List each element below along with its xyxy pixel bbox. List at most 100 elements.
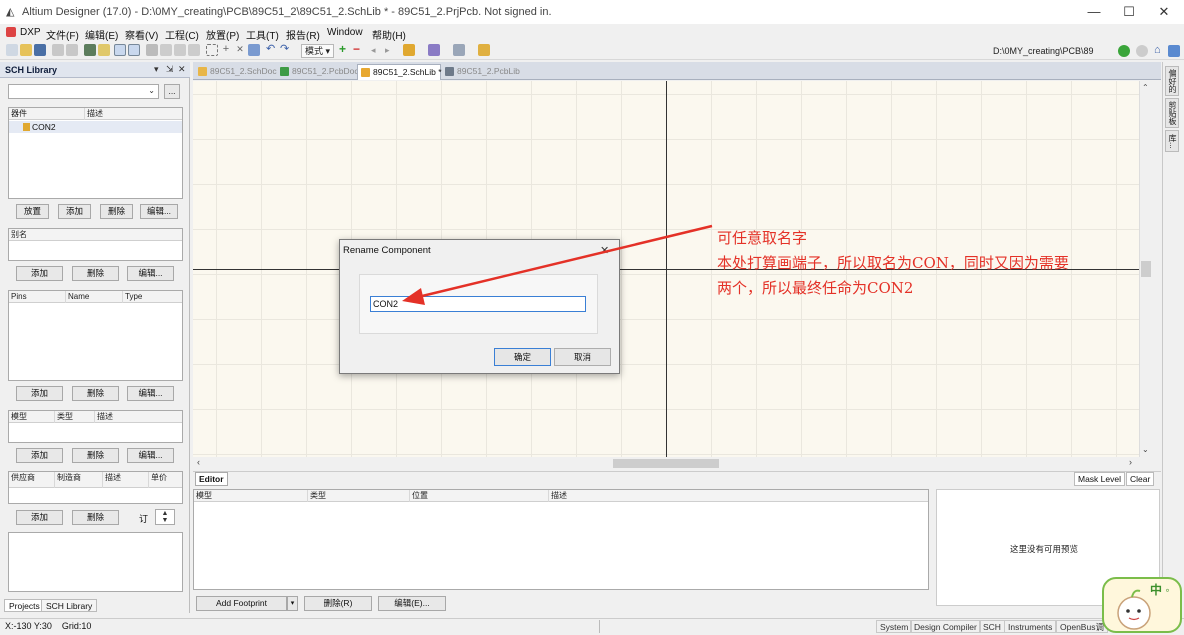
align-icon[interactable] (453, 44, 465, 56)
next-icon[interactable]: ▸ (385, 44, 397, 56)
home-icon[interactable]: ⌂ (1154, 45, 1166, 57)
menu-file[interactable]: 文件(F) (46, 27, 79, 42)
menu-window[interactable]: Window (327, 27, 363, 38)
rubber-stamp-icon[interactable] (188, 44, 200, 56)
col-manufacturer[interactable]: 制造商 (55, 472, 103, 488)
col-supplier-desc[interactable]: 描述 (103, 472, 149, 488)
panel-menu-icon[interactable]: ▾ (154, 64, 159, 75)
menu-project[interactable]: 工程(C) (165, 27, 199, 42)
zoom-out-icon[interactable] (128, 44, 140, 56)
status-sch[interactable]: SCH (979, 620, 1005, 633)
new-doc-icon[interactable] (6, 44, 18, 56)
delete-model-button[interactable]: 删除 (72, 448, 119, 463)
delete-supplier-button[interactable]: 删除 (72, 510, 119, 525)
move-icon[interactable]: + (220, 44, 232, 56)
col-type[interactable]: 类型 (308, 490, 410, 502)
delete-model-row-button[interactable]: 删除(R) (304, 596, 372, 611)
edit-model-button[interactable]: 编辑... (127, 448, 174, 463)
redo-icon[interactable]: ↷ (280, 44, 292, 56)
tab-sch-library[interactable]: SCH Library (41, 599, 98, 612)
zoom-in-icon[interactable] (114, 44, 126, 56)
menu-reports[interactable]: 报告(R) (286, 27, 320, 42)
tab-clipboard[interactable]: 剪贴板 (1165, 98, 1179, 128)
menu-help[interactable]: 帮助(H) (372, 27, 406, 42)
dialog-close-button[interactable]: ✕ (600, 244, 609, 257)
cut-icon[interactable] (146, 44, 158, 56)
maximize-button[interactable]: ☐ (1111, 0, 1147, 24)
edit-component-button[interactable]: 编辑... (140, 204, 178, 219)
col-description[interactable]: 描述 (85, 108, 182, 120)
menu-view[interactable]: 察看(V) (125, 27, 158, 42)
delete-alias-button[interactable]: 删除 (72, 266, 119, 281)
path-field[interactable]: D:\0MY_creating\PCB\89 (993, 44, 1117, 58)
col-model-type[interactable]: 类型 (55, 411, 95, 423)
cross-probe-icon[interactable] (248, 44, 260, 56)
menu-tools[interactable]: 工具(T) (246, 27, 279, 42)
status-instruments[interactable]: Instruments (1004, 620, 1057, 633)
col-alias[interactable]: 别名 (9, 229, 182, 241)
close-window-button[interactable]: ✕ (1146, 0, 1182, 24)
col-component[interactable]: 器件 (9, 108, 85, 120)
print-icon[interactable] (52, 44, 64, 56)
col-location[interactable]: 位置 (410, 490, 549, 502)
clear-button[interactable]: Clear (1126, 472, 1155, 486)
prev-icon[interactable]: ◂ (371, 44, 383, 56)
menu-dxp[interactable]: DXP (20, 27, 41, 38)
panel-pin-icon[interactable]: ⇲ (166, 64, 174, 75)
save-icon[interactable] (34, 44, 46, 56)
vertical-scrollbar[interactable]: ⌃ ⌄ (1139, 81, 1152, 457)
add-icon[interactable]: + (339, 43, 351, 56)
tab-pcbdoc[interactable]: 89C51_2.PcbDoc (277, 64, 359, 80)
panel-close-icon[interactable]: ✕ (178, 64, 186, 75)
open-project-icon[interactable] (98, 44, 110, 56)
copy-icon[interactable] (160, 44, 172, 56)
add-footprint-button[interactable]: Add Footprint (196, 596, 287, 611)
add-footprint-dropdown[interactable]: ▾ (287, 596, 298, 611)
editor-tab[interactable]: Editor (195, 472, 228, 486)
deselect-icon[interactable]: ✕ (234, 44, 246, 56)
col-pins[interactable]: Pins (9, 291, 66, 303)
col-name[interactable]: Name (66, 291, 123, 303)
add-alias-button[interactable]: 添加 (16, 266, 63, 281)
cancel-button[interactable]: 取消 (554, 348, 611, 366)
delete-pin-button[interactable]: 删除 (72, 386, 119, 401)
order-stepper[interactable]: ▲ ▼ (155, 509, 175, 525)
component-icon[interactable] (403, 44, 415, 56)
tab-schlib[interactable]: 89C51_2.SchLib * (357, 64, 442, 80)
status-design-compiler[interactable]: Design Compiler (910, 620, 981, 633)
place-button[interactable]: 放置 (16, 204, 49, 219)
add-pin-button[interactable]: 添加 (16, 386, 63, 401)
horizontal-scrollbar[interactable]: ‹ › (193, 457, 1139, 470)
filter-dropdown[interactable]: ⌄ (8, 84, 159, 99)
tab-libraries[interactable]: 库... (1165, 130, 1179, 152)
scroll-up-icon[interactable]: ⌃ (1142, 83, 1149, 92)
mask-level-button[interactable]: Mask Level (1074, 472, 1125, 486)
select-rect-icon[interactable] (206, 44, 218, 56)
library-folder-icon[interactable] (478, 44, 490, 56)
menu-edit[interactable]: 编辑(E) (85, 27, 118, 42)
scroll-left-icon[interactable]: ‹ (197, 457, 200, 467)
delete-component-button[interactable]: 删除 (100, 204, 133, 219)
tab-pcblib[interactable]: 89C51_2.PcbLib (442, 64, 522, 80)
remove-icon[interactable]: − (353, 43, 365, 56)
col-model[interactable]: 模型 (9, 411, 55, 423)
layers-icon[interactable] (84, 44, 96, 56)
mode-dropdown[interactable]: 模式 ▾ (301, 44, 335, 58)
col-supplier[interactable]: 供应商 (9, 472, 55, 488)
tab-favorites[interactable]: 偏好的 (1165, 66, 1179, 96)
edit-alias-button[interactable]: 编辑... (127, 266, 174, 281)
scroll-right-icon[interactable]: › (1129, 457, 1132, 467)
go-back-icon[interactable] (1136, 45, 1148, 57)
print-preview-icon[interactable] (66, 44, 78, 56)
list-item[interactable]: CON2 (9, 121, 182, 133)
wire-icon[interactable] (428, 44, 440, 56)
status-system[interactable]: System (876, 620, 913, 633)
edit-pin-button[interactable]: 编辑... (127, 386, 174, 401)
tab-projects[interactable]: Projects (4, 599, 45, 612)
col-model[interactable]: 模型 (194, 490, 308, 502)
add-model-button[interactable]: 添加 (16, 448, 63, 463)
add-component-button[interactable]: 添加 (58, 204, 91, 219)
col-type[interactable]: Type (123, 291, 182, 303)
col-description[interactable]: 描述 (549, 490, 928, 502)
menu-place[interactable]: 放置(P) (206, 27, 239, 42)
